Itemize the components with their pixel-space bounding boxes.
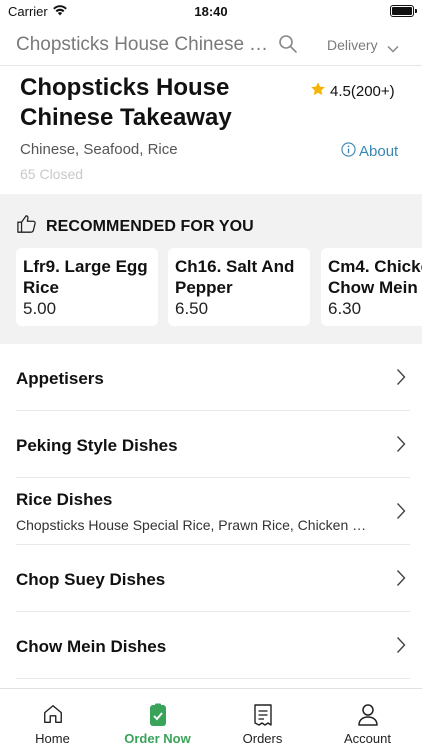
tab-label: Home xyxy=(35,731,70,746)
tab-order-now[interactable]: Order Now xyxy=(105,689,210,750)
receipt-icon xyxy=(210,703,315,727)
category-subtitle: Chopsticks House Special Rice, Prawn Ric… xyxy=(16,517,376,533)
recommended-item[interactable]: Ch16. Salt And Pepper Crispy… 6.50 xyxy=(168,248,310,326)
restaurant-name: Chopsticks House Chinese Takeaway xyxy=(20,74,232,131)
tab-bar: Home Order Now Orders Account xyxy=(0,688,422,750)
recommended-header: RECOMMENDED FOR YOU xyxy=(16,214,254,239)
tab-orders[interactable]: Orders xyxy=(210,689,315,750)
delivery-selector[interactable]: Delivery xyxy=(327,37,378,53)
tab-home[interactable]: Home xyxy=(0,689,105,750)
status-bar: Carrier 18:40 xyxy=(0,0,422,24)
opening-status: 65 Closed xyxy=(20,166,84,182)
item-price: 6.30 xyxy=(328,299,362,318)
category-title: Chop Suey Dishes xyxy=(16,570,166,589)
item-price: 5.00 xyxy=(23,299,57,318)
item-name: Ch16. Salt And Pepper Crispy… xyxy=(175,257,295,297)
recommended-section: RECOMMENDED FOR YOU Lfr9. Large Egg Rice… xyxy=(0,194,422,344)
category-title: Peking Style Dishes xyxy=(16,436,178,455)
chevron-right-icon xyxy=(396,502,406,525)
thumbs-up-icon xyxy=(16,214,38,239)
about-label: About xyxy=(359,143,399,160)
nav-bar: Chopsticks House Chinese Takeaway Delive… xyxy=(0,24,422,66)
menu-icon xyxy=(105,703,210,727)
chevron-down-icon[interactable] xyxy=(387,40,399,58)
rating-text: 4.5(200+) xyxy=(330,82,395,100)
star-icon xyxy=(310,81,326,101)
item-name: Cm4. Chicken Chow Mein xyxy=(328,257,422,297)
rating: 4.5(200+) xyxy=(310,81,395,101)
category-title: Appetisers xyxy=(16,369,104,388)
category-row[interactable]: Chow Mein Dishes xyxy=(16,612,410,679)
chevron-right-icon xyxy=(396,569,406,592)
tab-label: Order Now xyxy=(124,731,191,746)
search-icon[interactable] xyxy=(278,34,298,59)
item-name: Lfr9. Large Egg Rice xyxy=(23,257,148,297)
category-row[interactable]: Peking Style Dishes xyxy=(16,411,410,478)
category-title: Rice Dishes xyxy=(16,490,113,509)
chevron-right-icon xyxy=(396,368,406,391)
recommended-carousel[interactable]: Lfr9. Large Egg Rice 5.00 Ch16. Salt And… xyxy=(16,248,422,326)
about-link[interactable]: About xyxy=(341,142,398,161)
nav-title: Chopsticks House Chinese Takeaway xyxy=(16,34,274,55)
cuisine-tags: Chinese, Seafood, Rice xyxy=(20,141,178,158)
home-icon xyxy=(0,703,105,725)
tab-label: Orders xyxy=(242,731,283,746)
category-title: Chow Mein Dishes xyxy=(16,637,167,656)
recommended-item[interactable]: Cm4. Chicken Chow Mein 6.30 xyxy=(321,248,422,326)
recommended-item[interactable]: Lfr9. Large Egg Rice 5.00 xyxy=(16,248,158,326)
person-icon xyxy=(315,703,420,727)
tab-label: Account xyxy=(344,731,391,746)
clock: 18:40 xyxy=(194,4,228,19)
category-row[interactable]: Chop Suey Dishes xyxy=(16,545,410,612)
item-price: 6.50 xyxy=(175,299,209,318)
category-row[interactable]: Appetisers xyxy=(16,344,410,411)
battery-icon xyxy=(390,5,417,17)
info-icon xyxy=(341,142,356,161)
chevron-right-icon xyxy=(396,636,406,659)
restaurant-header: Chopsticks House Chinese Takeaway 4.5(20… xyxy=(0,66,422,194)
category-row[interactable]: Rice Dishes Chopsticks House Special Ric… xyxy=(16,478,410,545)
recommended-title: RECOMMENDED FOR YOU xyxy=(46,217,254,235)
chevron-right-icon xyxy=(396,435,406,458)
tab-account[interactable]: Account xyxy=(315,689,420,750)
